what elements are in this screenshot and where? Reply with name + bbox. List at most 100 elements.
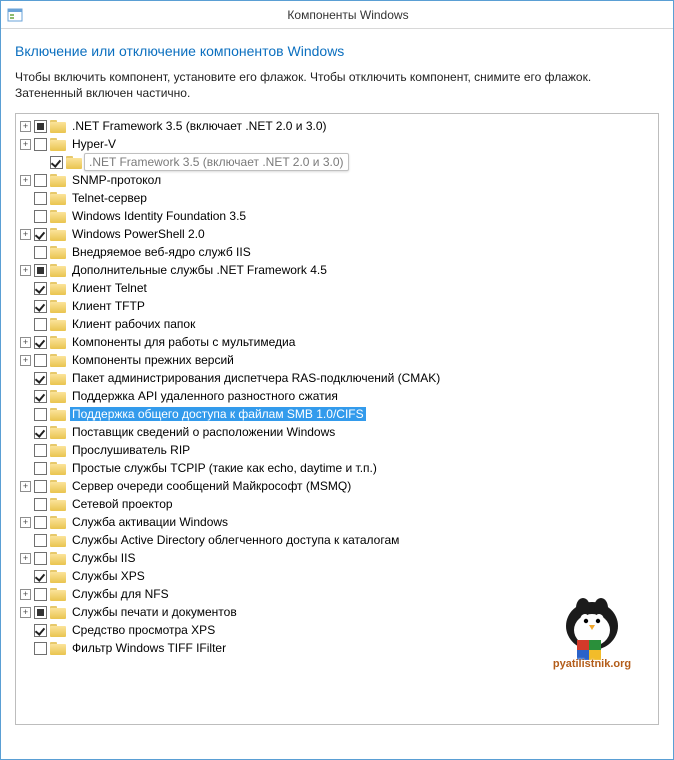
tree-node[interactable]: Фильтр Windows TIFF IFilter [18,639,656,657]
tree-node[interactable]: +Дополнительные службы .NET Framework 4.… [18,261,656,279]
feature-label[interactable]: Дополнительные службы .NET Framework 4.5 [70,263,329,277]
feature-tree[interactable]: + .NET Framework 3.5 (включает .NET 2.0 и… [15,113,659,725]
feature-label[interactable]: Hyper-V [70,137,118,151]
feature-label[interactable]: Клиент Telnet [70,281,149,295]
feature-label[interactable]: Службы для NFS [70,587,171,601]
feature-label[interactable]: Фильтр Windows TIFF IFilter [70,641,228,655]
feature-checkbox[interactable] [34,426,47,439]
tree-node[interactable]: + .NET Framework 3.5 (включает .NET 2.0 и… [18,117,656,135]
feature-checkbox[interactable] [34,606,47,619]
feature-label[interactable]: Поддержка API удаленного разностного сжа… [70,389,340,403]
feature-checkbox[interactable] [34,408,47,421]
tree-node[interactable]: + Служба активации Windows [18,513,656,531]
tree-node[interactable]: Прослушиватель RIP [18,441,656,459]
feature-label[interactable]: Telnet-сервер [70,191,149,205]
expand-icon[interactable]: + [20,229,31,240]
feature-checkbox[interactable] [34,282,47,295]
feature-checkbox[interactable] [34,642,47,655]
feature-label[interactable]: Сервер очереди сообщений Майкрософт (MSM… [70,479,353,493]
feature-label[interactable]: Windows Identity Foundation 3.5 [70,209,248,223]
feature-label[interactable]: Поддержка общего доступа к файлам SMB 1.… [70,407,366,421]
expand-icon[interactable]: + [20,121,31,132]
expand-icon[interactable]: + [20,337,31,348]
feature-label[interactable]: Клиент рабочих папок [70,317,197,331]
feature-checkbox[interactable] [50,156,63,169]
tree-node[interactable]: Поддержка API удаленного разностного сжа… [18,387,656,405]
tree-node[interactable]: + Windows PowerShell 2.0 [18,225,656,243]
feature-label[interactable]: Простые службы TCPIP (такие как echo, da… [70,461,379,475]
feature-checkbox[interactable] [34,372,47,385]
feature-checkbox[interactable] [34,336,47,349]
feature-label[interactable]: Службы Active Directory облегченного дос… [70,533,401,547]
tree-node[interactable]: Средство просмотра XPS [18,621,656,639]
feature-label[interactable]: Поставщик сведений о расположении Window… [70,425,337,439]
feature-checkbox[interactable] [34,138,47,151]
expand-icon[interactable]: + [20,607,31,618]
feature-label[interactable]: Службы печати и документов [70,605,239,619]
feature-label[interactable]: Windows PowerShell 2.0 [70,227,207,241]
expand-icon[interactable]: + [20,355,31,366]
expand-icon[interactable]: + [20,175,31,186]
feature-checkbox[interactable] [34,264,47,277]
tree-node[interactable]: Поддержка общего доступа к файлам SMB 1.… [18,405,656,423]
node-tooltip[interactable]: .NET Framework 3.5 (включает .NET 2.0 и … [84,153,349,171]
tree-node[interactable]: + Hyper-V [18,135,656,153]
tree-node[interactable]: Клиент TFTP [18,297,656,315]
tree-node[interactable]: Клиент Telnet [18,279,656,297]
feature-label[interactable]: Службы XPS [70,569,147,583]
feature-label[interactable]: .NET Framework 3.5 (включает .NET 2.0 и … [70,119,329,133]
expand-icon[interactable]: + [20,517,31,528]
tree-node[interactable]: Telnet-сервер [18,189,656,207]
feature-checkbox[interactable] [34,480,47,493]
tree-node[interactable]: Внедряемое веб-ядро служб IIS [18,243,656,261]
feature-label[interactable]: Средство просмотра XPS [70,623,217,637]
tree-node[interactable]: Службы Active Directory облегченного дос… [18,531,656,549]
tree-node[interactable]: Клиент рабочих папок [18,315,656,333]
feature-label[interactable]: Клиент TFTP [70,299,147,313]
expand-icon[interactable]: + [20,553,31,564]
feature-checkbox[interactable] [34,534,47,547]
tree-node[interactable]: + Службы для NFS [18,585,656,603]
feature-checkbox[interactable] [34,624,47,637]
feature-label[interactable]: Компоненты для работы с мультимедиа [70,335,297,349]
feature-checkbox[interactable] [34,588,47,601]
feature-checkbox[interactable] [34,444,47,457]
feature-checkbox[interactable] [34,192,47,205]
tree-node[interactable]: + SNMP-протокол [18,171,656,189]
expand-icon[interactable]: + [20,589,31,600]
feature-checkbox[interactable] [34,354,47,367]
feature-label[interactable]: Службы IIS [70,551,137,565]
tree-node[interactable]: + Компоненты для работы с мультимедиа [18,333,656,351]
tree-node[interactable]: +Сервер очереди сообщений Майкрософт (MS… [18,477,656,495]
feature-checkbox[interactable] [34,210,47,223]
tree-node[interactable]: Службы XPS [18,567,656,585]
feature-checkbox[interactable] [34,318,47,331]
tree-node[interactable]: .NET Framework 3.5 (включает .NET 2.0 и … [18,153,656,171]
tree-node[interactable]: + Службы печати и документов [18,603,656,621]
tree-node[interactable]: Пакет администрирования диспетчера RAS-п… [18,369,656,387]
feature-checkbox[interactable] [34,552,47,565]
tree-node[interactable]: + Компоненты прежних версий [18,351,656,369]
tree-node[interactable]: Простые службы TCPIP (такие как echo, da… [18,459,656,477]
feature-checkbox[interactable] [34,462,47,475]
feature-label[interactable]: Служба активации Windows [70,515,230,529]
feature-label[interactable]: Компоненты прежних версий [70,353,236,367]
tree-node[interactable]: Поставщик сведений о расположении Window… [18,423,656,441]
feature-checkbox[interactable] [34,120,47,133]
feature-label[interactable]: SNMP-протокол [70,173,163,187]
feature-checkbox[interactable] [34,498,47,511]
feature-checkbox[interactable] [34,174,47,187]
feature-label[interactable]: Внедряемое веб-ядро служб IIS [70,245,253,259]
feature-checkbox[interactable] [34,516,47,529]
feature-checkbox[interactable] [34,570,47,583]
tree-node[interactable]: Windows Identity Foundation 3.5 [18,207,656,225]
tree-node[interactable]: Сетевой проектор [18,495,656,513]
feature-label[interactable]: Прослушиватель RIP [70,443,192,457]
feature-checkbox[interactable] [34,246,47,259]
feature-checkbox[interactable] [34,300,47,313]
titlebar[interactable]: Компоненты Windows [1,1,673,29]
feature-label[interactable]: Сетевой проектор [70,497,175,511]
feature-checkbox[interactable] [34,390,47,403]
expand-icon[interactable]: + [20,139,31,150]
feature-checkbox[interactable] [34,228,47,241]
